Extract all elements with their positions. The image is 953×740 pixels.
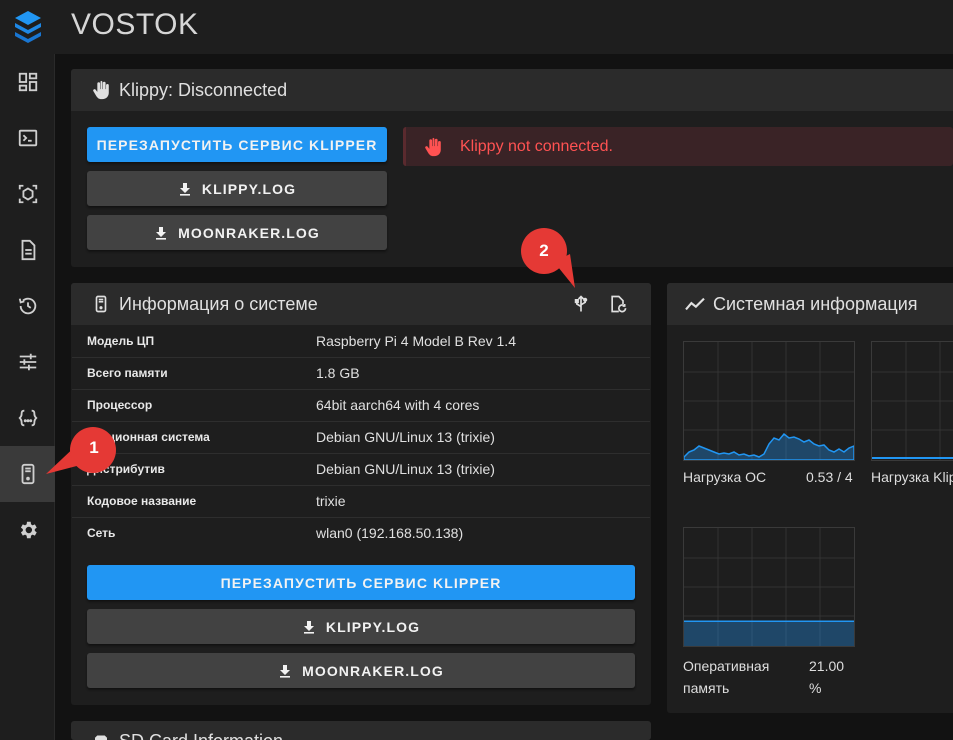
info-value: 64bit aarch64 with 4 cores <box>316 389 650 422</box>
system-info-title: Информация о системе <box>119 293 318 314</box>
download-icon <box>280 664 291 678</box>
klippy-log-label: KLIPPY.LOG <box>325 618 421 635</box>
gear-icon <box>20 521 37 539</box>
table-row: ерационная система Debian GNU/Linux 13 (t… <box>72 421 650 454</box>
os-load-chart <box>683 341 855 461</box>
annotation-pointer-1 <box>46 427 116 474</box>
klipper-load-label: Нагрузка Klip <box>871 469 953 485</box>
system-info-table: Модель ЦП Raspberry Pi 4 Model B Rev 1.4 … <box>72 325 650 549</box>
klippy-panel-header: Klippy: Disconnected <box>71 69 953 111</box>
ram-series-area <box>684 621 854 646</box>
ram-value: 21.00 % <box>809 655 844 699</box>
sysload-panel-header: Системная информация <box>667 283 953 325</box>
klipper-load-graph <box>872 342 953 460</box>
annotation-badge-2: 2 <box>539 241 549 260</box>
history-icon <box>18 297 36 315</box>
sdcard-title: SD Card Information <box>119 731 283 740</box>
download-icon <box>303 620 314 634</box>
dashboard-icon <box>18 72 37 92</box>
ram-chart <box>683 527 855 647</box>
restart-klipper-button[interactable]: ПЕРЕЗАПУСТИТЬ СЕРВИС KLIPPER <box>87 127 387 162</box>
layers-logo-icon <box>14 11 41 43</box>
ram-label: Оперативная память <box>683 655 769 699</box>
info-key: Процессор <box>72 389 316 422</box>
os-load-label: Нагрузка ОС <box>683 469 767 485</box>
moonraker-log-button-2[interactable]: MOONRAKER.LOG <box>87 653 635 688</box>
info-key: Сеть <box>87 526 116 541</box>
table-row: Кодовое название trixie <box>72 485 650 518</box>
config-icon <box>17 409 38 427</box>
table-row: Модель ЦП Raspberry Pi 4 Model B Rev 1.4 <box>72 325 650 358</box>
usb-devices-button[interactable] <box>571 293 591 320</box>
file-icon <box>21 239 35 261</box>
annotation-badge-1: 1 <box>89 438 99 457</box>
moonraker-log-label: MOONRAKER.LOG <box>302 662 444 679</box>
file-refresh-icon <box>611 295 627 313</box>
hand-stop-icon <box>89 78 113 102</box>
sidebar-item-webcam[interactable] <box>0 166 55 222</box>
sdcard-icon <box>89 731 113 740</box>
logo[interactable] <box>0 0 55 54</box>
sidebar-item-history[interactable] <box>0 278 55 334</box>
download-icon <box>179 182 190 196</box>
info-key: Кодовое название <box>72 485 316 518</box>
restart-klipper-label: ПЕРЕЗАПУСТИТЬ СЕРВИС KLIPPER <box>220 574 502 591</box>
table-row: Процессор 64bit aarch64 with 4 cores <box>72 389 650 422</box>
table-row: Сеть wlan0 (192.168.50.138) <box>72 517 650 549</box>
sidebar-item-files[interactable] <box>0 222 55 278</box>
sidebar-item-settings[interactable] <box>0 502 55 558</box>
table-row: Дистрибутив Debian GNU/Linux 13 (trixie) <box>72 453 650 486</box>
sidebar-item-console[interactable] <box>0 110 55 166</box>
sdcard-panel: SD Card Information <box>71 721 651 740</box>
sdcard-panel-header: SD Card Information <box>71 721 651 740</box>
restart-klipper-button-2[interactable]: ПЕРЕЗАПУСТИТЬ СЕРВИС KLIPPER <box>87 565 635 600</box>
klippy-log-button[interactable]: KLIPPY.LOG <box>87 171 387 206</box>
app-title: VOSTOK <box>71 8 199 41</box>
hand-stop-icon <box>425 137 441 156</box>
klippy-alert-text: Klippy not connected. <box>460 137 613 155</box>
os-load-series <box>683 432 855 461</box>
info-value: Raspberry Pi 4 Model B Rev 1.4 <box>316 325 650 358</box>
machine-icon <box>89 292 113 316</box>
refresh-file-button[interactable] <box>608 293 628 320</box>
info-value: Debian GNU/Linux 13 (trixie) <box>316 453 650 486</box>
info-key: Модель ЦП <box>72 325 316 358</box>
sidebar-item-tune[interactable] <box>0 334 55 390</box>
chart-line-icon <box>683 292 707 316</box>
ram-label-line-2: память <box>683 680 730 696</box>
sysload-title: Системная информация <box>713 293 918 314</box>
klipper-load-chart <box>871 341 953 461</box>
moonraker-log-button[interactable]: MOONRAKER.LOG <box>87 215 387 250</box>
top-bar: VOSTOK <box>0 0 953 54</box>
table-row: Всего памяти 1.8 GB <box>72 357 650 390</box>
info-value: wlan0 (192.168.50.138) <box>316 525 464 542</box>
klippy-alert: Klippy not connected. <box>403 127 953 166</box>
klippy-log-button-2[interactable]: KLIPPY.LOG <box>87 609 635 644</box>
os-load-value: 0.53 / 4 <box>806 469 853 485</box>
download-icon <box>156 226 167 240</box>
info-key: Всего памяти <box>72 357 316 390</box>
machine-icon <box>21 463 34 485</box>
restart-klipper-label: ПЕРЕЗАПУСТИТЬ СЕРВИС KLIPPER <box>96 136 378 153</box>
sidebar <box>0 54 55 740</box>
sidebar-item-dashboard[interactable] <box>0 54 55 110</box>
ram-value-line-2: % <box>809 680 822 696</box>
info-value: 1.8 GB <box>316 357 650 390</box>
os-load-graph <box>683 342 855 461</box>
ram-graph <box>684 528 854 646</box>
ram-label-line-1: Оперативная <box>683 658 770 674</box>
ram-value-line-1: 21.00 <box>809 658 845 674</box>
webcam-icon <box>18 184 37 204</box>
klippy-log-label: KLIPPY.LOG <box>201 180 297 197</box>
console-icon <box>18 129 37 147</box>
tune-icon <box>19 353 36 371</box>
info-value: Debian GNU/Linux 13 (trixie) <box>316 421 650 454</box>
moonraker-log-label: MOONRAKER.LOG <box>178 224 320 241</box>
klippy-panel-title: Klippy: Disconnected <box>119 79 288 100</box>
usb-icon <box>574 295 588 312</box>
info-value: trixie <box>316 485 650 518</box>
